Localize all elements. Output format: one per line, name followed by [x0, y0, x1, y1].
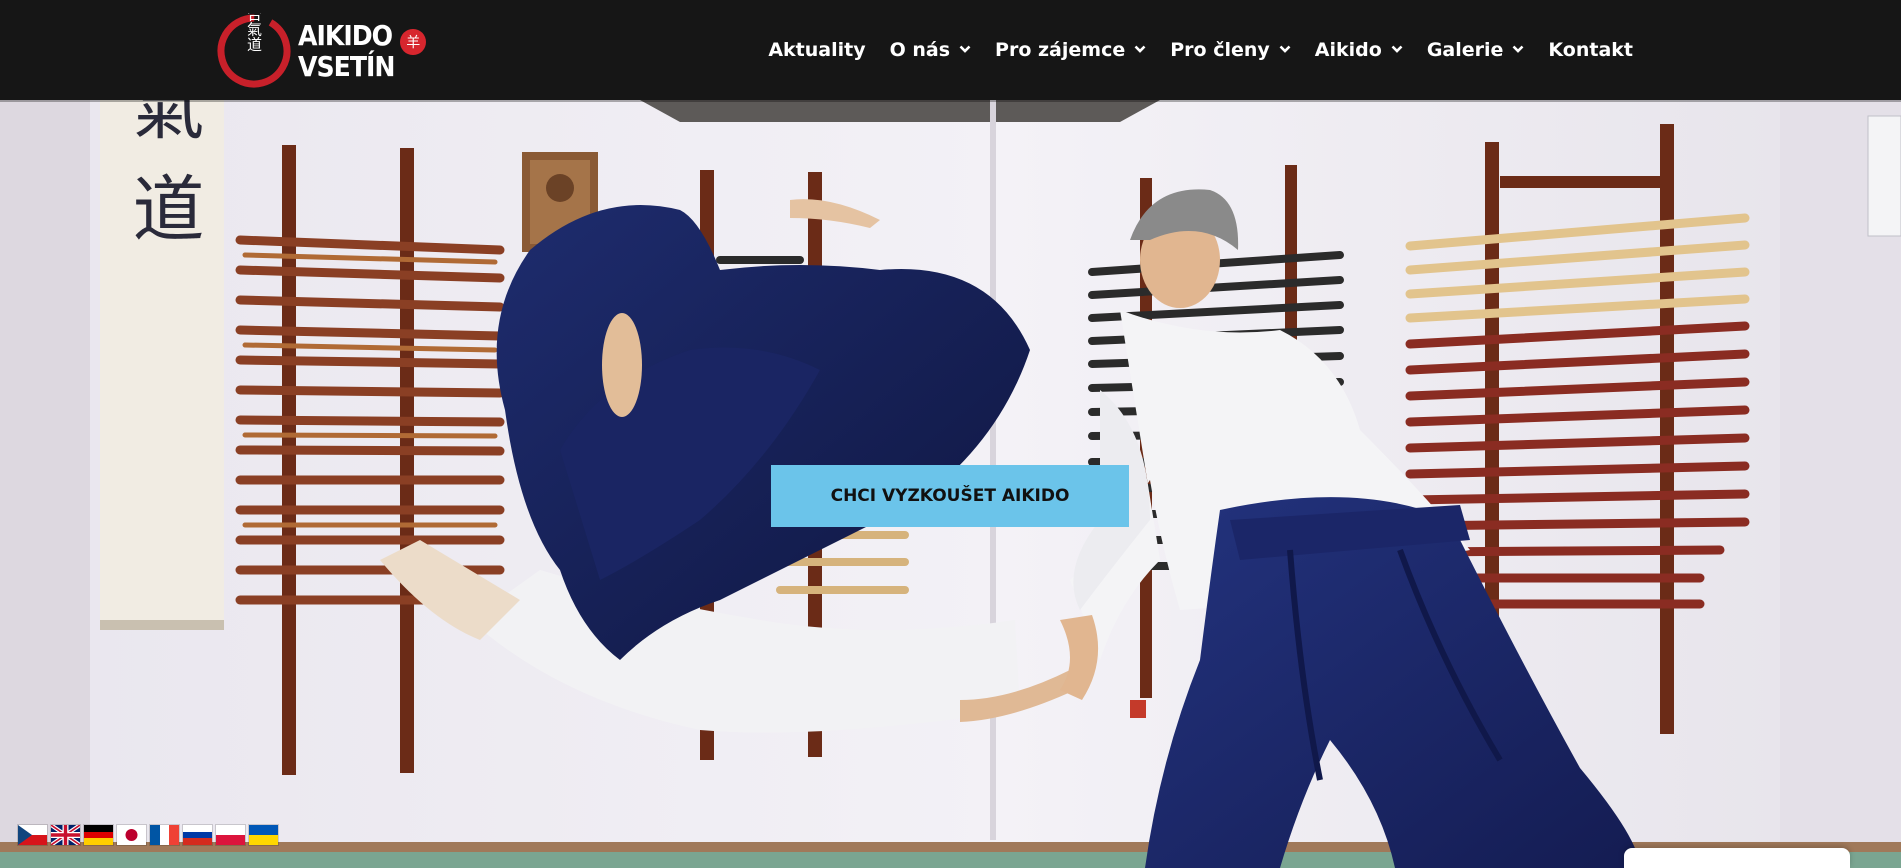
- nav-label: Kontakt: [1548, 39, 1633, 61]
- hero-section: 合氣道 CHCI VYZKOUŠET AIKIDO: [0, 100, 1901, 868]
- language-switcher: [18, 825, 278, 845]
- logo-line-1: AIKIDO: [298, 19, 393, 52]
- uk-flag-icon[interactable]: [51, 825, 80, 845]
- nav-label: Aikido: [1314, 39, 1382, 61]
- german-flag-icon[interactable]: [84, 825, 113, 845]
- nav-item-o-nas[interactable]: O nás: [878, 39, 983, 61]
- france-flag-icon[interactable]: [150, 825, 179, 845]
- nav-item-pro-zajemce[interactable]: Pro zájemce: [983, 39, 1158, 61]
- main-nav: Aktuality O nás Pro zájemce Pro členy Ai…: [756, 30, 1645, 70]
- nav-item-kontakt[interactable]: Kontakt: [1536, 39, 1645, 61]
- enso-seal-icon: 合氣道: [217, 13, 291, 88]
- try-aikido-button[interactable]: CHCI VYZKOUŠET AIKIDO: [771, 465, 1129, 527]
- poland-flag-icon[interactable]: [216, 825, 245, 845]
- nav-label: Pro členy: [1170, 39, 1270, 61]
- nav-item-aikido[interactable]: Aikido: [1303, 39, 1415, 61]
- czech-flag-icon[interactable]: [18, 825, 47, 845]
- site-logo[interactable]: 合氣道 AIKIDO VSETÍN 羊: [216, 12, 426, 90]
- chevron-down-icon: [1279, 45, 1291, 53]
- nav-item-galerie[interactable]: Galerie: [1415, 39, 1537, 61]
- chevron-down-icon: [1512, 45, 1524, 53]
- logo-line-2: VSETÍN: [298, 50, 395, 83]
- seal-text: 合氣道: [245, 13, 263, 52]
- nav-label: Pro zájemce: [995, 39, 1126, 61]
- chat-widget-tab[interactable]: [1624, 848, 1850, 868]
- nav-label: Aktuality: [768, 39, 866, 61]
- russia-flag-icon[interactable]: [183, 825, 212, 845]
- chevron-down-icon: [1134, 45, 1146, 53]
- japan-flag-icon[interactable]: [117, 825, 146, 845]
- nav-item-pro-cleny[interactable]: Pro členy: [1158, 39, 1303, 61]
- chevron-down-icon: [1391, 45, 1403, 53]
- scroll-calligraphy: 合氣道: [120, 100, 204, 273]
- site-header: 合氣道 AIKIDO VSETÍN 羊 Aktuality O nás Pro …: [0, 0, 1901, 100]
- logo-wordmark: AIKIDO VSETÍN: [298, 19, 395, 83]
- nav-label: O nás: [889, 39, 951, 61]
- nav-item-aktuality[interactable]: Aktuality: [756, 39, 877, 61]
- ukraine-flag-icon[interactable]: [249, 825, 278, 845]
- chevron-down-icon: [959, 45, 971, 53]
- nav-label: Galerie: [1426, 39, 1504, 61]
- logo-badge: 羊: [400, 29, 426, 55]
